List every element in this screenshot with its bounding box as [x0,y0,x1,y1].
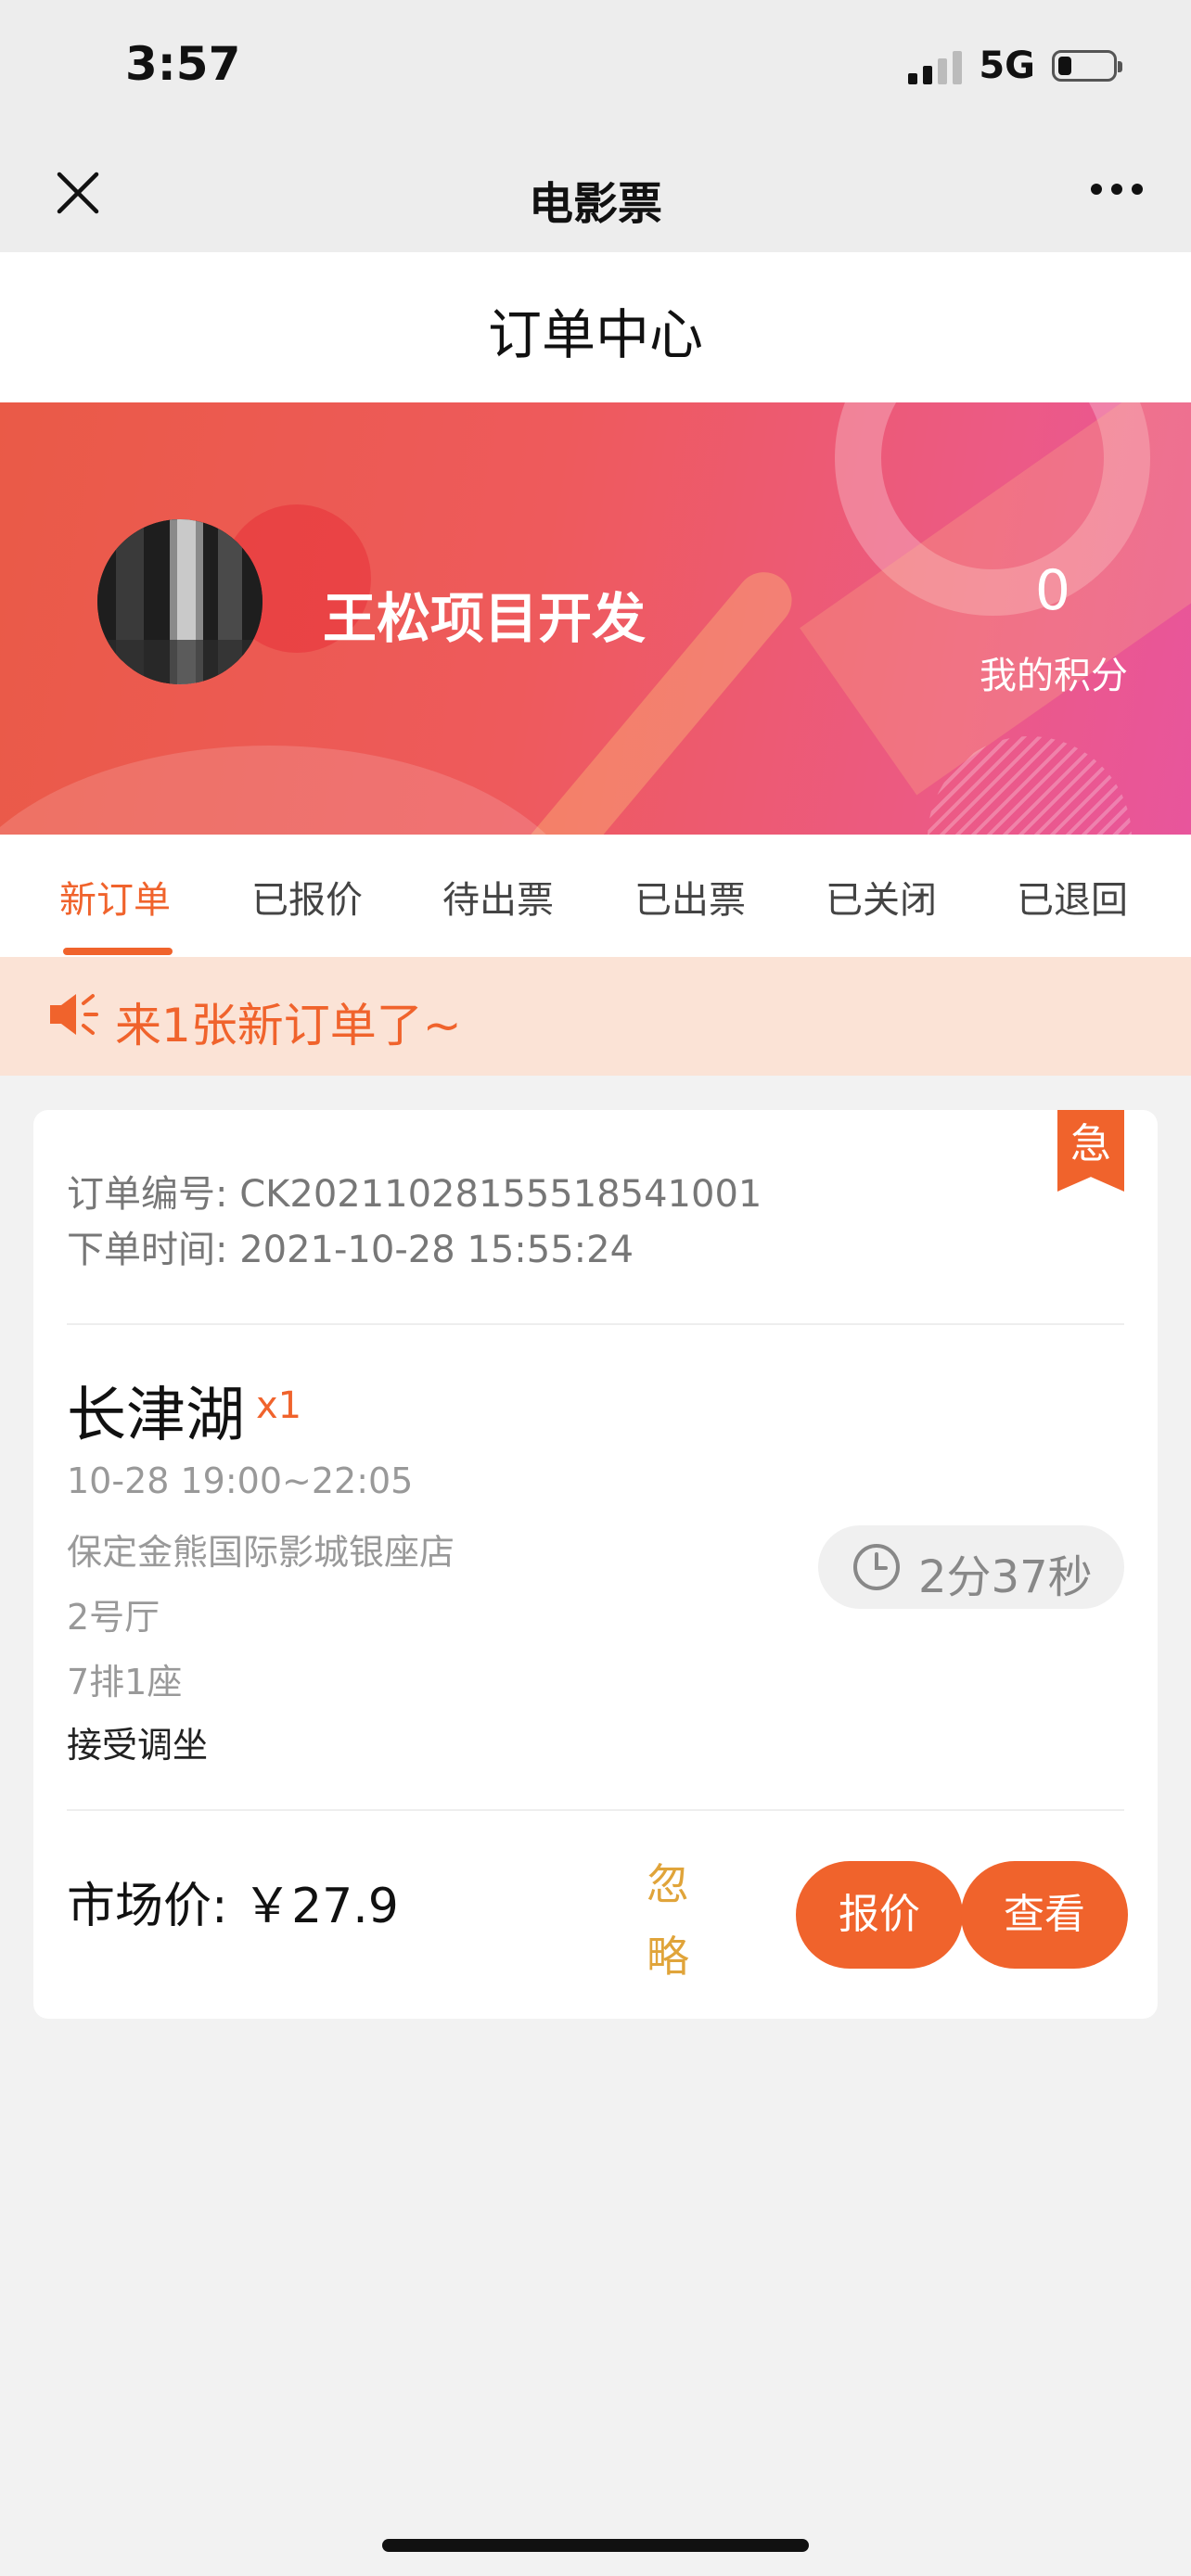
nav-bar: 电影票 [0,130,1191,252]
status-bar: 3:57 5G [0,0,1191,130]
tab-new-orders[interactable]: 新订单 [59,870,171,924]
order-time-row: 下单时间: 2021-10-28 15:55:24 [67,1219,634,1273]
hall: 2号厅 [67,1597,160,1638]
movie-title: 长津湖 [67,1382,245,1450]
profile-banner: 王松项目开发 0 我的积分 [0,402,1191,835]
seat-adjust-note: 接受调坐 [67,1725,209,1766]
order-time-label: 下单时间: [67,1229,228,1271]
tab-ticketed[interactable]: 已出票 [634,870,746,924]
tab-closed[interactable]: 已关闭 [826,870,937,924]
divider [67,1809,1124,1811]
tab-returned[interactable]: 已退回 [1017,870,1128,924]
market-price: 市场价: ￥27.9 [67,1867,399,1936]
clock-icon [853,1544,900,1590]
avatar[interactable] [97,519,263,684]
home-indicator[interactable] [382,2539,809,2552]
tab-quoted[interactable]: 已报价 [251,870,363,924]
user-name: 王松项目开发 [323,587,647,650]
market-price-label: 市场价: [67,1879,228,1934]
active-tab-indicator [63,948,173,955]
more-button[interactable] [1091,184,1143,195]
countdown-text: 2分37秒 [918,1551,1093,1603]
notice-text: 来1张新订单了~ [115,999,462,1052]
order-number-label: 订单编号: [67,1173,228,1216]
order-time: 2021-10-28 15:55:24 [239,1229,634,1271]
speaker-icon [50,994,98,1035]
market-price-value: ￥27.9 [243,1879,399,1934]
nav-title: 电影票 [528,178,662,230]
order-number-row: 订单编号: CK20211028155518541001 [67,1164,762,1218]
view-button[interactable]: 查看 [961,1861,1128,1969]
battery-icon [1052,50,1122,82]
more-icon [1091,184,1102,195]
order-tabs: 新订单 已报价 待出票 已出票 已关闭 已退回 [0,835,1191,957]
seat: 7排1座 [67,1662,183,1702]
countdown-timer: 2分37秒 [818,1525,1124,1609]
page-title: 订单中心 [487,303,703,366]
tab-pending-ticket[interactable]: 待出票 [442,870,554,924]
points-value: 0 [1034,558,1070,623]
page-header: 订单中心 [0,252,1191,402]
network-type: 5G [979,45,1035,87]
avatar-image [97,519,263,684]
points-label: 我的积分 [980,655,1128,697]
showtime: 10-28 19:00~22:05 [67,1460,414,1501]
urgent-badge: 急 [1057,1110,1124,1192]
signal-icon [908,47,963,84]
cinema-name: 保定金熊国际影城银座店 [67,1532,455,1573]
status-icons: 5G [908,45,1122,87]
order-number: CK20211028155518541001 [239,1173,762,1216]
status-time: 3:57 [125,37,241,91]
divider [67,1323,1124,1325]
order-card: 急 订单编号: CK20211028155518541001 下单时间: 202… [33,1110,1158,2019]
ignore-button[interactable]: 忽略 [640,1848,696,1993]
notice-bar: 来1张新订单了~ [0,957,1191,1076]
quote-button[interactable]: 报价 [796,1861,963,1969]
ticket-quantity: x1 [256,1384,302,1427]
